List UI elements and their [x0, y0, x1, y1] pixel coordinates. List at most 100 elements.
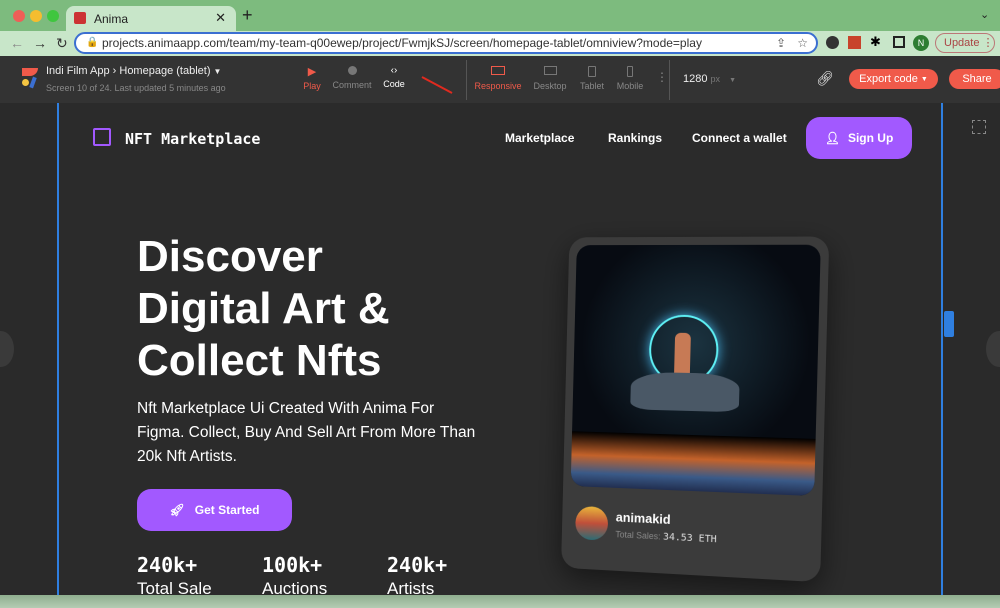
preview-canvas: NFT Marketplace Marketplace Rankings Con… [0, 103, 1000, 595]
site-preview: NFT Marketplace Marketplace Rankings Con… [57, 103, 943, 595]
fullscreen-icon[interactable] [972, 120, 986, 134]
hero-title: Discover Digital Art & Collect Nfts [137, 231, 390, 387]
device-label: Tablet [579, 81, 605, 91]
comment-icon [347, 66, 357, 75]
mode-code[interactable]: ‹› Code [380, 65, 408, 89]
extension-icon[interactable] [826, 36, 839, 49]
mode-label: Code [383, 79, 405, 89]
close-tab-icon[interactable]: ✕ [215, 10, 226, 26]
get-started-label: Get Started [194, 503, 260, 517]
mobile-icon [627, 66, 633, 77]
hero-line: Collect Nfts [137, 336, 382, 385]
resize-handle[interactable] [944, 311, 954, 337]
project-link[interactable]: Indi Film App [46, 65, 110, 77]
mode-comment[interactable]: Comment [332, 65, 372, 90]
export-label: Export code [859, 73, 918, 85]
maximize-window-button[interactable] [47, 10, 59, 22]
device-mobile[interactable]: Mobile [614, 66, 646, 91]
nav-rankings[interactable]: Rankings [608, 131, 662, 145]
puzzle-icon[interactable]: ✱ [870, 34, 881, 50]
stat-label: Auctions [262, 579, 328, 595]
stat-value: 100k+ [262, 553, 323, 577]
device-tablet[interactable]: Tablet [576, 66, 608, 91]
sidebar-icon[interactable] [893, 36, 905, 48]
anima-logo-icon [22, 68, 38, 89]
device-label: Mobile [616, 81, 644, 91]
favicon-icon [74, 12, 86, 24]
chevron-down-icon: ▼ [729, 77, 737, 84]
browser-tab-bar: Anima ✕ + ⌄ [0, 0, 1000, 31]
forward-icon[interactable]: → [33, 35, 47, 51]
link-icon[interactable]: 🔗︎ [816, 70, 834, 87]
nft-artwork-image [570, 244, 821, 497]
total-sales: Total Sales: 34.53 ETH [615, 529, 717, 545]
prev-screen-handle[interactable] [0, 331, 14, 367]
url-input[interactable]: 🔒 projects.animaapp.com/team/my-team-q00… [74, 32, 818, 54]
stat-total-sale: 240k+ Total Sale [137, 553, 212, 595]
url-text: projects.animaapp.com/team/my-team-q00ew… [102, 36, 702, 50]
tab-title: Anima [94, 11, 129, 26]
update-button[interactable]: Update ⋮ [935, 33, 995, 53]
sign-up-button[interactable]: 👤︎ Sign Up [806, 117, 912, 159]
stat-value: 240k+ [387, 553, 448, 577]
screen-info: Screen 10 of 24. Last updated 5 minutes … [46, 83, 226, 93]
chevron-down-icon: ▼ [920, 75, 928, 83]
divider [669, 60, 670, 100]
chevron-down-icon[interactable]: ▼ [214, 67, 222, 76]
breadcrumb: Indi Film App › Homepage (tablet) ▼ [46, 65, 222, 77]
stat-artists: 240k+ Artists [387, 553, 447, 595]
laptop-icon [491, 66, 505, 75]
export-code-button[interactable]: Export code ▼ [849, 69, 938, 89]
artist-avatar [575, 505, 609, 541]
divider [466, 60, 467, 100]
width-selector[interactable]: 1280 px ▼ [683, 73, 736, 85]
hero-description: Nft Marketplace Ui Created With Anima Fo… [137, 400, 476, 465]
close-window-button[interactable] [13, 10, 25, 22]
tab-menu-chevron-icon[interactable]: ⌄ [980, 8, 989, 21]
site-logo[interactable]: NFT Marketplace [125, 130, 260, 148]
minimize-window-button[interactable] [30, 10, 42, 22]
mode-label: Comment [332, 80, 372, 90]
hero-line: Digital Art & [137, 284, 390, 333]
device-responsive[interactable]: Responsive [474, 66, 522, 91]
stat-label: Total Sale [137, 579, 212, 595]
extension-icon[interactable] [848, 36, 861, 49]
address-bar-row: ← → ↻ 🔒 projects.animaapp.com/team/my-te… [0, 31, 1000, 56]
window-bottom-edge [0, 595, 1000, 608]
annotation-arrow [421, 76, 453, 94]
width-value: 1280 [683, 73, 708, 85]
profile-avatar[interactable]: N [913, 35, 929, 51]
sign-up-label: Sign Up [847, 131, 894, 145]
lock-icon: 🔒 [86, 37, 99, 48]
get-started-button[interactable]: 🚀︎ Get Started [137, 489, 292, 531]
anima-toolbar: Indi Film App › Homepage (tablet) ▼ Scre… [0, 56, 1000, 103]
device-label: Desktop [533, 81, 567, 91]
stat-auctions: 100k+ Auctions [262, 553, 327, 595]
device-desktop[interactable]: Desktop [532, 66, 568, 91]
next-screen-handle[interactable] [986, 331, 1000, 367]
width-unit: px [710, 74, 721, 84]
reload-icon[interactable]: ↻ [56, 35, 68, 52]
artist-name[interactable]: animakid [616, 510, 671, 527]
play-icon: ▶ [307, 66, 317, 78]
sales-value: 34.53 ETH [662, 531, 717, 546]
back-icon[interactable]: ← [10, 35, 24, 51]
stat-label: Artists [387, 579, 435, 595]
storefront-icon [93, 128, 111, 146]
share-button[interactable]: Share [949, 69, 1000, 89]
stat-value: 240k+ [137, 553, 198, 577]
bookmark-star-icon[interactable]: ☆ [797, 34, 808, 52]
mode-play[interactable]: ▶ Play [300, 65, 324, 91]
share-page-icon[interactable]: ⇪ [776, 34, 786, 52]
screen-selector[interactable]: Homepage (tablet) [119, 65, 210, 77]
nav-connect-wallet[interactable]: Connect a wallet [692, 131, 787, 145]
more-icon[interactable]: ⋮ [656, 70, 668, 84]
nft-card[interactable]: animakid Total Sales: 34.53 ETH [561, 236, 830, 583]
mode-label: Play [303, 81, 321, 91]
nav-marketplace[interactable]: Marketplace [505, 131, 574, 145]
rocket-icon: 🚀︎ [169, 503, 185, 517]
update-label: Update [944, 37, 980, 49]
new-tab-button[interactable]: + [242, 5, 253, 26]
user-icon: 👤︎ [824, 131, 840, 145]
browser-tab[interactable]: Anima ✕ [66, 6, 236, 31]
